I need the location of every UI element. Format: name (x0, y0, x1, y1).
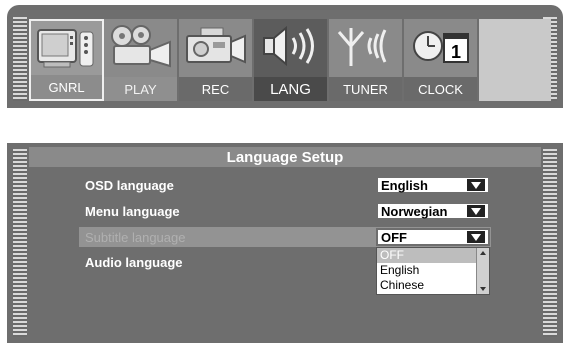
tab-tuner[interactable]: TUNER (329, 19, 404, 101)
tab-label: GNRL (31, 75, 102, 99)
tab-label: LANG (254, 77, 327, 101)
tab-label: CLOCK (404, 77, 477, 101)
right-edge-ridges (543, 149, 557, 337)
dropdown-option[interactable]: OFF (377, 248, 489, 263)
audio-language-label: Audio language (85, 254, 183, 270)
clock-calendar-icon: 1 (408, 24, 474, 73)
select-value: English (381, 177, 428, 193)
antenna-icon (333, 24, 399, 73)
top-menu-bar: GNRL PLAY REC LANG TUNER 1 CLOCK (7, 5, 563, 108)
left-edge-ridges (13, 17, 27, 101)
panel-title: Language Setup (29, 147, 541, 167)
subtitle-language-select[interactable]: OFF (376, 228, 490, 246)
chevron-down-icon (467, 231, 485, 243)
tab-rec[interactable]: REC (179, 19, 254, 101)
tab-label: TUNER (329, 77, 402, 101)
tab-clock[interactable]: 1 CLOCK (404, 19, 479, 101)
tab-label: PLAY (104, 77, 177, 101)
select-value: OFF (381, 229, 407, 245)
empty-tab-slot (479, 19, 551, 101)
select-value: Norwegian (381, 203, 448, 219)
left-edge-ridges (13, 149, 27, 337)
subtitle-language-dropdown: OFF English Chinese (376, 247, 490, 295)
osd-language-select[interactable]: English (376, 176, 490, 194)
menu-language-select[interactable]: Norwegian (376, 202, 490, 220)
tab-gnrl[interactable]: GNRL (29, 19, 104, 101)
chevron-down-icon (467, 179, 485, 191)
menu-tabs: GNRL PLAY REC LANG TUNER 1 CLOCK (29, 19, 551, 101)
calendar-day-text: 1 (450, 42, 460, 62)
dropdown-option[interactable]: Chinese (377, 278, 489, 293)
tab-play[interactable]: PLAY (104, 19, 179, 101)
film-projector-icon (108, 24, 174, 73)
speaker-icon (258, 24, 324, 73)
dropdown-scrollbar[interactable] (476, 248, 489, 294)
tab-lang[interactable]: LANG (254, 19, 329, 101)
dropdown-option[interactable]: English (377, 263, 489, 278)
chevron-down-icon (467, 205, 485, 217)
tab-label: REC (179, 77, 252, 101)
camcorder-icon (183, 24, 249, 73)
tv-remote-icon (36, 26, 98, 75)
